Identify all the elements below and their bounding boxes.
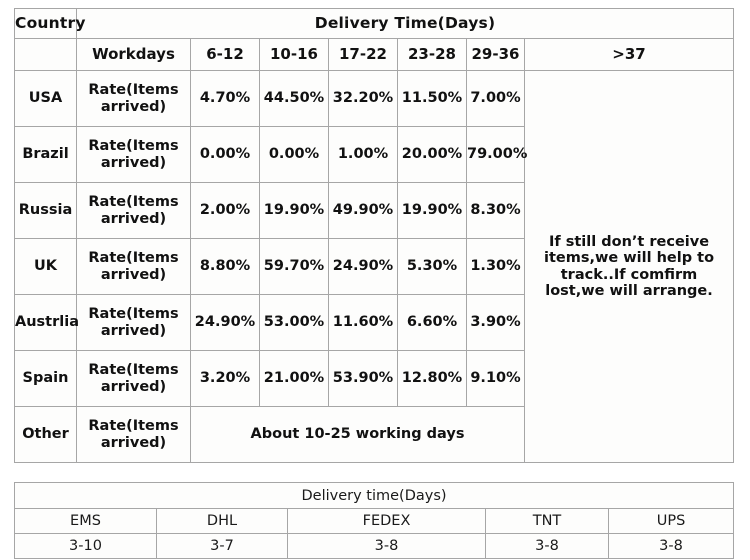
row-rate-label: Rate(Items arrived) xyxy=(76,126,191,183)
rate-label-line2: arrived) xyxy=(100,210,167,227)
rate-label-line1: Rate(Items xyxy=(88,306,179,323)
rate-label-line2: arrived) xyxy=(100,98,167,115)
courier-time-ups: 3-8 xyxy=(607,533,735,559)
rate-cell: 0.00% xyxy=(190,126,260,183)
courier-time-fedex: 3-8 xyxy=(287,533,486,559)
rate-label-line1: Rate(Items xyxy=(88,194,179,211)
rate-label-line1: Rate(Items xyxy=(88,418,179,435)
row-country: UK xyxy=(14,238,77,295)
row-rate-label: Rate(Items arrived) xyxy=(76,406,191,463)
header-delivery-time: Delivery Time(Days) xyxy=(75,8,735,39)
courier-delivery-table: Delivery time(Days) EMS DHL FEDEX TNT UP… xyxy=(13,482,735,559)
rate-cell: 59.70% xyxy=(259,238,329,295)
courier-title-row: Delivery time(Days) xyxy=(13,482,735,509)
rate-label-line1: Rate(Items xyxy=(88,82,179,99)
courier-table-title: Delivery time(Days) xyxy=(13,482,735,509)
header-country: Country xyxy=(14,8,85,39)
rate-cell: 2.00% xyxy=(190,182,260,239)
rate-cell: 0.00% xyxy=(259,126,329,183)
rate-cell: 4.70% xyxy=(190,70,260,127)
rate-label-line2: arrived) xyxy=(100,154,167,171)
rate-label-line2: arrived) xyxy=(100,378,167,395)
rate-cell: 53.00% xyxy=(259,294,329,351)
rate-cell: 9.10% xyxy=(466,350,525,407)
rate-cell: 49.90% xyxy=(328,182,398,239)
courier-name-ems: EMS xyxy=(14,508,157,534)
rate-cell: 1.30% xyxy=(466,238,525,295)
row-country: Russia xyxy=(14,182,77,239)
row-country: Spain xyxy=(14,350,77,407)
row-rate-label: Rate(Items arrived) xyxy=(76,294,191,351)
row-rate-label: Rate(Items arrived) xyxy=(76,238,191,295)
rate-label-line2: arrived) xyxy=(100,266,167,283)
table-row: USA Rate(Items arrived) 4.70% 44.50% 32.… xyxy=(14,70,735,463)
rate-cell: 3.90% xyxy=(466,294,525,351)
rate-label-line1: Rate(Items xyxy=(88,250,179,267)
other-delivery-text: About 10-25 working days xyxy=(190,406,525,463)
rate-cell: 19.90% xyxy=(259,182,329,239)
rate-cell: 79.00% xyxy=(466,126,527,183)
subheader-range-29-36: 29-36 xyxy=(466,38,525,71)
rate-cell: 20.00% xyxy=(397,126,467,183)
rate-cell: 11.50% xyxy=(397,70,467,127)
row-country: Brazil xyxy=(14,126,77,183)
courier-name-fedex: FEDEX xyxy=(287,508,486,534)
subheader-range-17-22: 17-22 xyxy=(328,38,398,71)
courier-name-ups: UPS xyxy=(607,508,735,534)
rate-label-line1: Rate(Items xyxy=(88,138,179,155)
row-country: Austrlia xyxy=(14,294,79,351)
rate-cell: 5.30% xyxy=(397,238,467,295)
rate-cell: 19.90% xyxy=(397,182,467,239)
note-line-4: lost,we will arrange. xyxy=(545,282,713,299)
row-rate-label: Rate(Items arrived) xyxy=(76,182,191,239)
rate-cell: 32.20% xyxy=(328,70,398,127)
courier-time-row: 3-10 3-7 3-8 3-8 3-8 xyxy=(14,533,735,559)
rate-cell: 3.20% xyxy=(190,350,260,407)
note-line-2: items,we will help to xyxy=(543,250,715,267)
rate-cell: 6.60% xyxy=(397,294,467,351)
rate-cell: 24.90% xyxy=(328,238,398,295)
rate-cell: 24.90% xyxy=(190,294,260,351)
rate-cell: 8.80% xyxy=(190,238,260,295)
rate-label-line2: arrived) xyxy=(100,434,167,451)
rate-label-line2: arrived) xyxy=(100,322,167,339)
rate-cell: 12.80% xyxy=(397,350,467,407)
rate-cell: 8.30% xyxy=(466,182,525,239)
note-line-1: If still don’t receive xyxy=(548,234,710,251)
courier-name-dhl: DHL xyxy=(156,508,288,534)
tracking-note: If still don’t receive items,we will hel… xyxy=(523,70,735,463)
rate-cell: 11.60% xyxy=(328,294,398,351)
subheader-range-over-37: >37 xyxy=(523,38,735,71)
rate-cell: 53.90% xyxy=(328,350,398,407)
rate-cell: 1.00% xyxy=(328,126,398,183)
subheader-country-blank xyxy=(14,38,77,71)
courier-time-tnt: 3-8 xyxy=(485,533,609,559)
table-subheader-row: Workdays 6-12 10-16 17-22 23-28 29-36 >3… xyxy=(14,38,735,71)
rate-cell: 7.00% xyxy=(466,70,525,127)
courier-time-ems: 3-10 xyxy=(14,533,157,559)
rate-cell: 44.50% xyxy=(259,70,329,127)
row-rate-label: Rate(Items arrived) xyxy=(76,350,191,407)
subheader-workdays: Workdays xyxy=(76,38,191,71)
row-country: USA xyxy=(14,70,77,127)
row-rate-label: Rate(Items arrived) xyxy=(76,70,191,127)
subheader-range-6-12: 6-12 xyxy=(190,38,260,71)
subheader-range-23-28: 23-28 xyxy=(397,38,467,71)
delivery-rate-table: Country Delivery Time(Days) Workdays 6-1… xyxy=(14,8,735,463)
row-country: Other xyxy=(14,406,77,463)
courier-header-row: EMS DHL FEDEX TNT UPS xyxy=(14,508,735,534)
table-header-row: Country Delivery Time(Days) xyxy=(14,8,735,39)
courier-name-tnt: TNT xyxy=(485,508,609,534)
note-line-3: track..If comfirm xyxy=(560,266,698,283)
courier-time-dhl: 3-7 xyxy=(156,533,288,559)
subheader-range-10-16: 10-16 xyxy=(259,38,329,71)
rate-label-line1: Rate(Items xyxy=(88,362,179,379)
rate-cell: 21.00% xyxy=(259,350,329,407)
